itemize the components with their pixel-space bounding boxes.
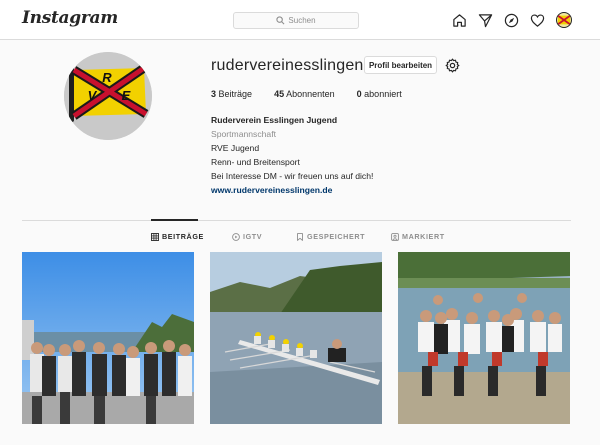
explore-icon[interactable] [504, 13, 519, 28]
tab-tagged[interactable]: MARKIERT [391, 232, 445, 241]
bio-full-name: Ruderverein Esslingen Jugend [211, 115, 338, 125]
tab-saved[interactable]: GESPEICHERT [296, 232, 365, 241]
following-stat[interactable]: 0 abonniert [357, 89, 402, 99]
settings-gear-icon[interactable] [445, 58, 460, 73]
following-label: abonniert [364, 89, 402, 99]
instagram-logo[interactable]: Instagram [22, 8, 118, 28]
team-dock-image [398, 252, 570, 424]
profile-stats: 3 Beiträge 45 Abonnenten 0 abonniert [211, 89, 424, 99]
post-thumbnail[interactable] [398, 252, 570, 424]
igtv-icon [232, 232, 240, 241]
avatar-letter-v: V [88, 88, 98, 103]
direct-message-icon[interactable] [478, 13, 493, 28]
tabs-divider [22, 220, 571, 221]
followers-count: 45 [274, 89, 285, 99]
following-count: 0 [356, 89, 362, 99]
tab-saved-label: GESPEICHERT [307, 232, 366, 241]
group-photo-image [22, 252, 194, 424]
grid-icon [151, 232, 159, 241]
followers-label: Abonnenten [286, 89, 335, 99]
profile-avatar-icon[interactable] [556, 12, 572, 28]
profile-bio: Ruderverein Esslingen Jugend Sportmannsc… [211, 113, 373, 197]
posts-label: Beiträge [218, 89, 253, 99]
tab-igtv[interactable]: IGTV [232, 232, 262, 241]
tab-posts-label: BEITRÄGE [162, 232, 204, 241]
bio-line: Renn- und Breitensport [211, 157, 300, 167]
bookmark-icon [297, 232, 303, 241]
bio-line: RVE Jugend [211, 143, 260, 153]
profile-username: rudervereinesslingen [211, 57, 364, 74]
posts-count: 3 [211, 89, 217, 99]
home-icon[interactable] [452, 13, 467, 28]
posts-stat: 3 Beiträge [211, 89, 252, 99]
followers-stat[interactable]: 45 Abonnenten [274, 89, 335, 99]
avatar-letter-e: E [122, 88, 131, 103]
avatar-letter-r: R [102, 70, 112, 85]
activity-heart-icon[interactable] [530, 13, 545, 28]
post-thumbnail[interactable] [210, 252, 382, 424]
post-thumbnail[interactable] [22, 252, 194, 424]
tagged-icon [391, 232, 399, 241]
tab-posts[interactable]: BEITRÄGE [151, 232, 204, 241]
top-navigation: Instagram Suchen [0, 0, 600, 40]
tab-igtv-label: IGTV [243, 232, 263, 241]
bio-category: Sportmannschaft [211, 129, 276, 139]
bio-line: Bei Interesse DM - wir freuen uns auf di… [211, 171, 374, 181]
active-tab-indicator [151, 219, 198, 221]
edit-profile-button[interactable]: Profil bearbeiten [364, 56, 437, 74]
rowing-boat-image [210, 252, 382, 424]
bio-website-link[interactable]: www.rudervereinesslingen.de [211, 183, 373, 197]
search-input[interactable]: Suchen [233, 12, 359, 29]
search-placeholder: Suchen [288, 16, 316, 25]
profile-picture[interactable]: R V E [64, 52, 152, 140]
search-icon [276, 16, 285, 25]
tab-tagged-label: MARKIERT [402, 232, 445, 241]
